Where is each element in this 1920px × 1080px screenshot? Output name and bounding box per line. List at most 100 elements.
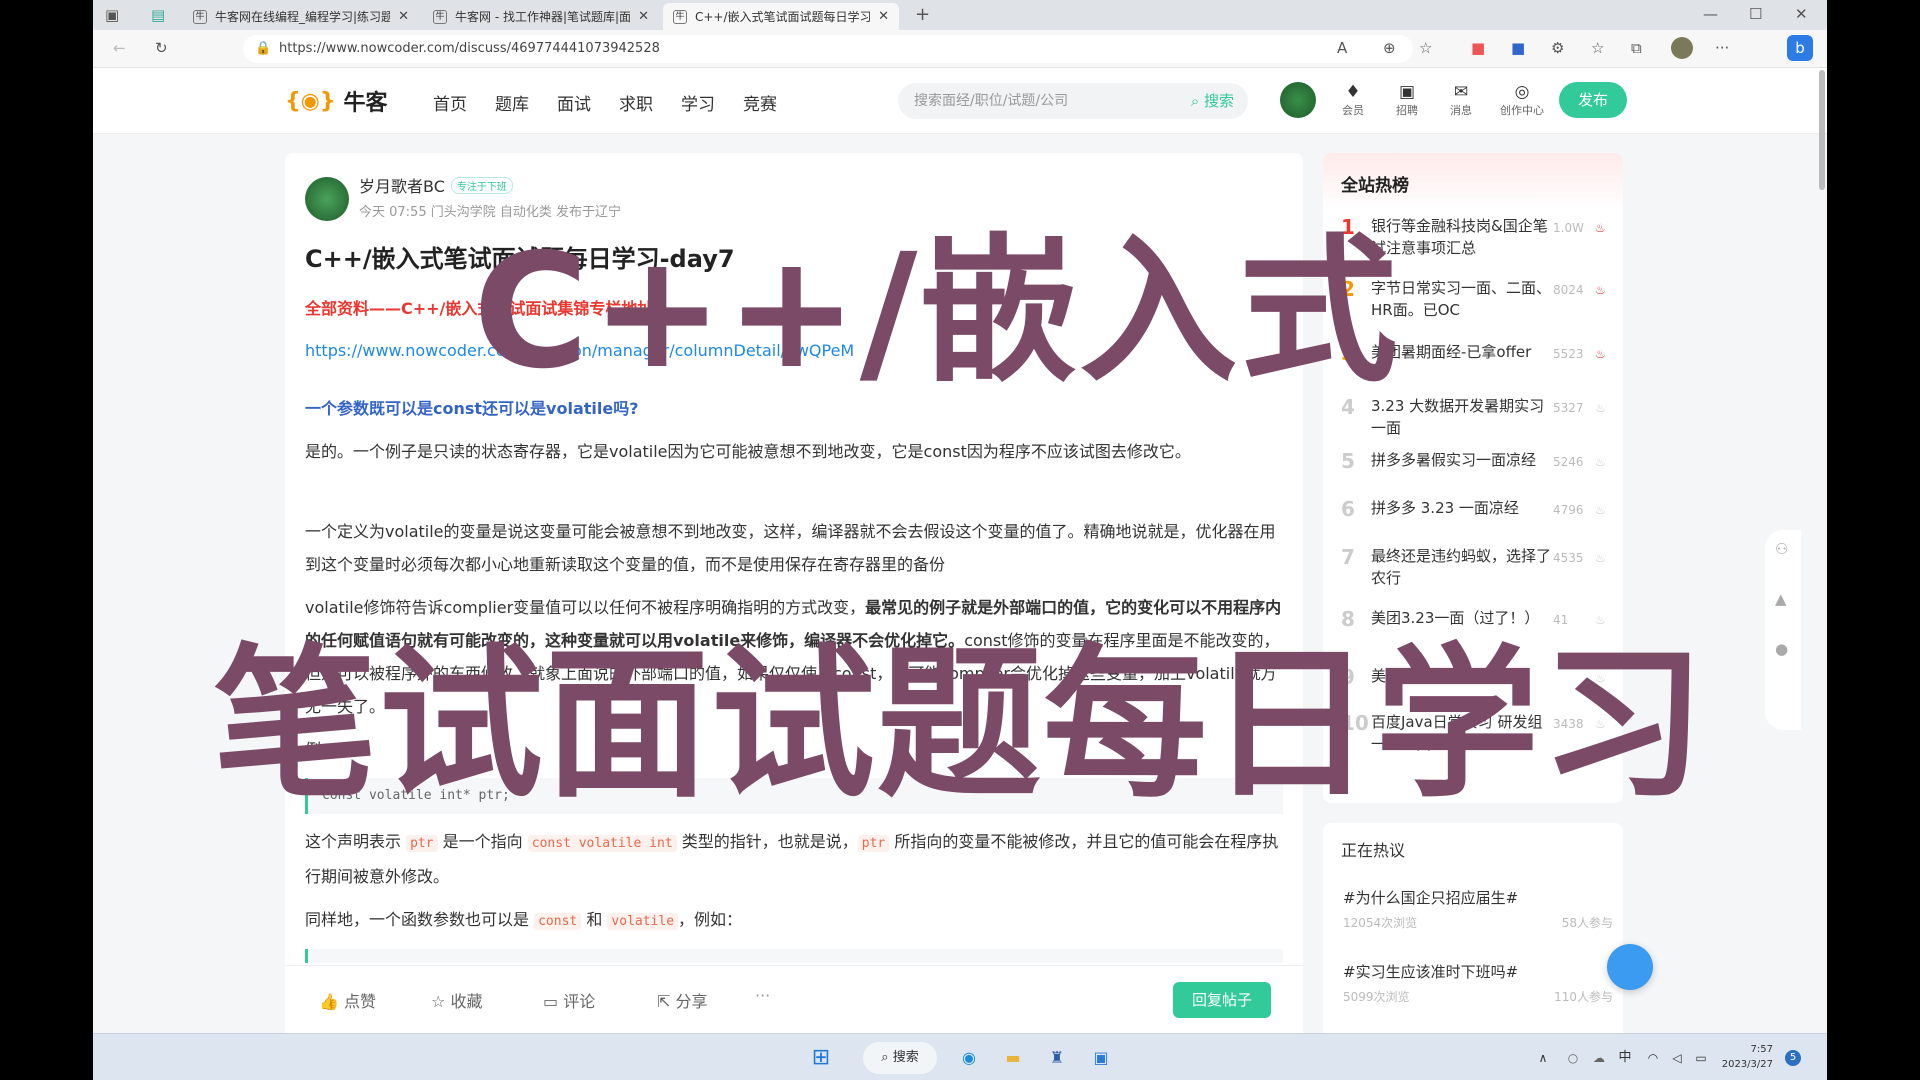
trending-topics: 正在热议 #为什么国企只招应届生# 12054次浏览 58人参与 #实习生应该准时… bbox=[1323, 823, 1623, 1043]
bell-icon[interactable]: ▲ bbox=[1775, 590, 1787, 608]
copilot-icon[interactable]: b bbox=[1787, 35, 1813, 61]
tab-2[interactable]: 牛 牛客网 - 找工作神器|笔试题库|面 ✕ bbox=[423, 3, 659, 30]
topic-item[interactable]: #实习生应该准时下班吗# 5099次浏览 110人参与 bbox=[1343, 961, 1613, 1005]
collect-button[interactable]: ☆ 收藏 bbox=[431, 988, 482, 1012]
taskbar-search-label: 搜索 bbox=[892, 1050, 919, 1065]
volume-icon[interactable]: ◁ bbox=[1667, 1042, 1687, 1074]
cloud-icon[interactable]: ☁ bbox=[1589, 1042, 1609, 1074]
reply-button[interactable]: 回复帖子 bbox=[1173, 982, 1271, 1018]
post-action-bar: 👍 点赞 ☆ 收藏 ▭ 评论 ⇱ 分享 ··· 回复帖子 bbox=[285, 965, 1303, 1033]
overlay-caption-line-1: C++/嵌入式 bbox=[473, 220, 1400, 404]
comment-label: 评论 bbox=[563, 992, 596, 1011]
favorite-add-icon[interactable]: ☆ bbox=[1419, 39, 1432, 57]
tab-1[interactable]: 牛 牛客网在线编程_编程学习|练习题 ✕ bbox=[183, 3, 419, 30]
page-scrollbar[interactable] bbox=[1819, 70, 1825, 190]
search-button[interactable]: ⌕ 搜索 bbox=[1191, 83, 1234, 119]
wifi-icon[interactable]: ◠ bbox=[1643, 1042, 1663, 1074]
tab-3-active[interactable]: 牛 C++/嵌入式笔试面试题每日学习 ✕ bbox=[663, 3, 899, 30]
search-input[interactable]: 搜索面经/职位/试题/公司 ⌕ 搜索 bbox=[898, 83, 1248, 119]
header-messages[interactable]: ✉ 消息 bbox=[1438, 82, 1484, 118]
sidebar-toggle-icon[interactable]: ▣ bbox=[105, 6, 119, 24]
lock-icon: 🔒 bbox=[255, 41, 272, 56]
battery-icon[interactable]: ▭ bbox=[1691, 1042, 1711, 1074]
search-placeholder: 搜索面经/职位/试题/公司 bbox=[914, 93, 1069, 109]
header-creator[interactable]: ◎ 创作中心 bbox=[1492, 82, 1552, 118]
collect-label: 收藏 bbox=[450, 992, 483, 1011]
more-menu-icon[interactable]: ··· bbox=[1715, 39, 1729, 57]
refresh-icon[interactable]: ↻ bbox=[155, 39, 168, 57]
nav-jobs[interactable]: 求职 bbox=[619, 90, 653, 115]
nav-home[interactable]: 首页 bbox=[433, 90, 467, 115]
app2-icon[interactable]: ▣ bbox=[1085, 1042, 1117, 1074]
url-input[interactable]: 🔒 https://www.nowcoder.com/discuss/46977… bbox=[243, 35, 1413, 63]
share-button[interactable]: ⇱ 分享 bbox=[657, 988, 708, 1012]
more-actions-button[interactable]: ··· bbox=[755, 986, 770, 1005]
maximize-icon[interactable]: ☐ bbox=[1749, 5, 1762, 23]
site-logo[interactable]: {◉} 牛客 bbox=[285, 85, 388, 117]
nav-learn[interactable]: 学习 bbox=[681, 90, 715, 115]
assistant-float-button[interactable] bbox=[1607, 944, 1653, 990]
hot-item-count: 41 bbox=[1553, 613, 1569, 627]
bulb-icon: ◎ bbox=[1514, 82, 1530, 102]
author-name[interactable]: 岁月歌者BC bbox=[359, 173, 445, 197]
fire-icon: ♨ bbox=[1595, 455, 1606, 469]
read-aloud-icon[interactable]: A bbox=[1337, 39, 1347, 57]
star-icon: ☆ bbox=[431, 992, 451, 1011]
minimize-icon[interactable]: — bbox=[1703, 5, 1718, 23]
topic-item[interactable]: #为什么国企只招应届生# 12054次浏览 58人参与 bbox=[1343, 887, 1613, 931]
fire-icon: ♨ bbox=[1595, 347, 1606, 361]
collections-icon[interactable]: ⧉ bbox=[1631, 39, 1642, 57]
file-explorer-icon[interactable]: ▬ bbox=[997, 1042, 1029, 1074]
ime-indicator[interactable]: 中 bbox=[1615, 1042, 1635, 1074]
browser-window: ▣ ▤ 牛 牛客网在线编程_编程学习|练习题 ✕ 牛 牛客网 - 找工作神器|笔… bbox=[93, 0, 1827, 1080]
zoom-icon[interactable]: ⊕ bbox=[1383, 39, 1396, 57]
hot-rank: 5 bbox=[1341, 449, 1355, 473]
workspace-icon[interactable]: ▤ bbox=[151, 6, 165, 24]
close-tab-icon[interactable]: ✕ bbox=[638, 9, 649, 24]
favorites-icon[interactable]: ☆ bbox=[1591, 39, 1604, 57]
tray-chevron-icon[interactable]: ∧ bbox=[1533, 1042, 1553, 1074]
hot-list-title: 全站热榜 bbox=[1341, 176, 1409, 196]
nav-contest[interactable]: 竞赛 bbox=[743, 90, 777, 115]
share-float-icon[interactable]: ⚇ bbox=[1775, 540, 1788, 558]
extension-red-icon[interactable]: ■ bbox=[1471, 39, 1485, 57]
taskbar-search[interactable]: ⌕ 搜索 bbox=[863, 1042, 937, 1074]
extension-blue-icon[interactable]: ■ bbox=[1511, 39, 1525, 57]
back-icon[interactable]: ← bbox=[113, 39, 126, 57]
briefcase-icon: ▣ bbox=[1398, 82, 1416, 102]
header-vip[interactable]: ♦ 会员 bbox=[1330, 82, 1376, 118]
same-text-c: ，例如： bbox=[678, 910, 743, 929]
close-tab-icon[interactable]: ✕ bbox=[878, 9, 889, 24]
app-icon[interactable]: ♜ bbox=[1041, 1042, 1073, 1074]
vip-label: 会员 bbox=[1342, 104, 1364, 117]
new-tab-button[interactable]: + bbox=[915, 4, 930, 25]
site-header: {◉} 牛客 首页 题库 面试 求职 学习 竞赛 搜索面经/职位/试题/公司 ⌕… bbox=[93, 68, 1827, 134]
nav-interview[interactable]: 面试 bbox=[557, 90, 591, 115]
notification-badge[interactable]: 5 bbox=[1785, 1050, 1801, 1066]
fire-icon: ♨ bbox=[1595, 283, 1606, 297]
extensions-icon[interactable]: ⚙ bbox=[1551, 39, 1564, 57]
windows-start-icon[interactable]: ⊞ bbox=[805, 1042, 837, 1074]
topic-joined: 58人参与 bbox=[1561, 916, 1613, 930]
topic-views: 12054次浏览 bbox=[1343, 916, 1418, 930]
same-paragraph: 同样地，一个函数参数也可以是 const 和 volatile ，例如： bbox=[305, 903, 742, 938]
author-avatar[interactable] bbox=[305, 177, 349, 221]
header-recruit[interactable]: ▣ 招聘 bbox=[1384, 82, 1430, 118]
same-text-a: 同样地，一个函数参数也可以是 bbox=[305, 910, 535, 929]
close-tab-icon[interactable]: ✕ bbox=[398, 9, 409, 24]
share-icon: ⇱ bbox=[657, 992, 676, 1011]
profile-avatar[interactable] bbox=[1671, 37, 1693, 59]
nav-questions[interactable]: 题库 bbox=[495, 90, 529, 115]
nowcoder-favicon-icon: 牛 bbox=[673, 9, 687, 24]
hot-item-count: 5523 bbox=[1553, 347, 1584, 361]
inline-code-ptr-2: ptr bbox=[857, 835, 890, 852]
comment-button[interactable]: ▭ 评论 bbox=[543, 988, 595, 1012]
user-avatar[interactable] bbox=[1280, 82, 1316, 118]
like-button[interactable]: 👍 点赞 bbox=[319, 988, 376, 1012]
comment-icon: ▭ bbox=[543, 992, 564, 1011]
tray-app-icon[interactable]: ○ bbox=[1563, 1042, 1583, 1074]
close-window-icon[interactable]: ✕ bbox=[1795, 5, 1808, 23]
clock[interactable]: 7:57 2023/3/27 bbox=[1715, 1042, 1773, 1072]
edge-icon[interactable]: ◉ bbox=[953, 1042, 985, 1074]
publish-button[interactable]: 发布 bbox=[1559, 82, 1627, 118]
